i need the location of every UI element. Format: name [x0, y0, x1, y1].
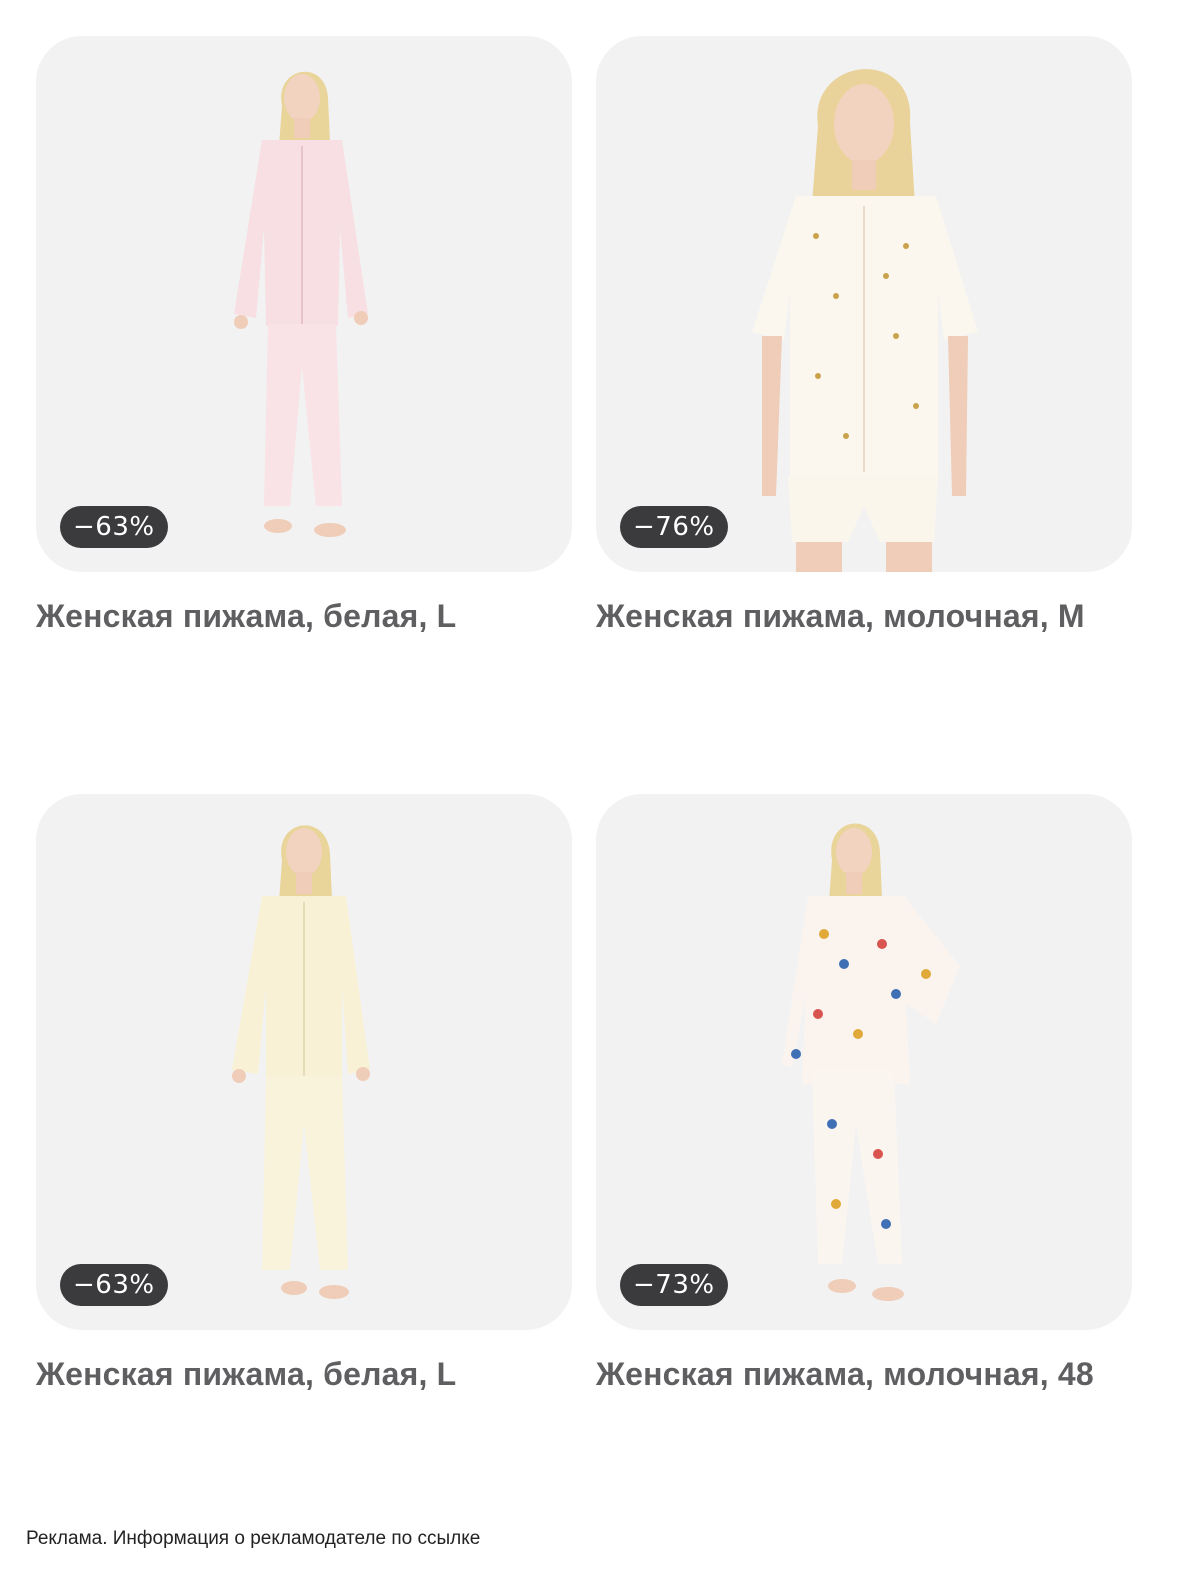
product-image[interactable]: −73%	[596, 794, 1132, 1330]
product-title[interactable]: Женская пижама, белая, L	[36, 598, 572, 635]
model-short-sleeve-milk-pajama-image	[752, 69, 978, 572]
model-long-sleeve-pink-pajama-image	[234, 71, 368, 537]
product-card[interactable]: −63% Женская пижама, белая, L	[36, 794, 572, 1393]
product-image[interactable]: −76%	[596, 36, 1132, 572]
product-card[interactable]: −76% Женская пижама, молочная, M	[596, 36, 1132, 635]
product-title[interactable]: Женская пижама, молочная, 48	[596, 1356, 1132, 1393]
discount-badge: −63%	[60, 506, 168, 548]
ad-disclaimer-link[interactable]: Реклама. Информация о рекламодателе по с…	[26, 1528, 480, 1550]
discount-badge: −63%	[60, 1264, 168, 1306]
model-long-sleeve-cream-pajama-image	[232, 825, 370, 1299]
discount-badge: −73%	[620, 1264, 728, 1306]
product-card[interactable]: −73% Женская пижама, молочная, 48	[596, 794, 1132, 1393]
product-image[interactable]: −63%	[36, 794, 572, 1330]
product-card[interactable]: −63% Женская пижама, белая, L	[36, 36, 572, 635]
product-title[interactable]: Женская пижама, молочная, M	[596, 598, 1132, 635]
product-image[interactable]: −63%	[36, 36, 572, 572]
discount-badge: −76%	[620, 506, 728, 548]
product-title[interactable]: Женская пижама, белая, L	[36, 1356, 572, 1393]
model-long-sleeve-printed-pajama-image	[782, 823, 960, 1301]
